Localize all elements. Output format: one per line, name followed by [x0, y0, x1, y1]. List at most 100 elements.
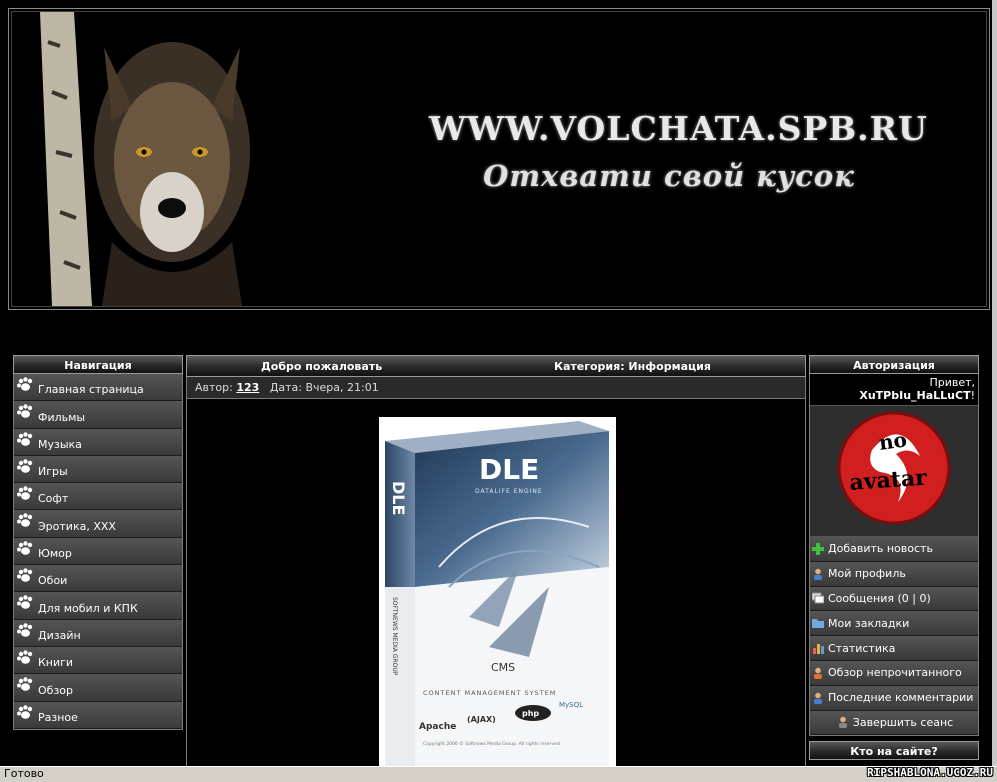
messages-icon [812, 592, 824, 604]
author-link[interactable]: 123 [236, 381, 259, 394]
paw-icon [17, 404, 33, 419]
user-menu-item[interactable]: Статистика [810, 636, 978, 661]
nav-item[interactable]: Музыка [14, 428, 182, 456]
who-online-title: Кто на сайте? [809, 741, 979, 760]
user-menu-item[interactable]: Обзор непрочитанного [810, 660, 978, 686]
nav-item-label: Разное [38, 710, 78, 724]
nav-title: Навигация [13, 355, 183, 374]
paw-icon [17, 459, 33, 473]
paw-icon [17, 431, 33, 446]
main-content: Добро пожаловать Категория: Информация А… [186, 355, 806, 775]
status-bar: Готово RIPSHABLONA.UCOZ.RU [0, 766, 997, 782]
nav-item[interactable]: Юмор [14, 537, 182, 566]
folder-icon [812, 619, 824, 629]
nav-item-label: Софт [38, 492, 69, 506]
username[interactable]: XuTPbIu_HaLLuCT [859, 389, 970, 402]
logout-icon [838, 717, 847, 729]
paw-icon [17, 541, 33, 555]
no-avatar-image: no avatar [837, 411, 951, 525]
user-menu-label: Мой профиль [828, 567, 906, 581]
auth-body: Привет, XuTPbIu_HaLLuCT! no avatar Добав… [809, 374, 979, 737]
cms-label: CMS [491, 661, 515, 674]
nav-item-label: Дизайн [38, 628, 81, 642]
user-icon [814, 568, 822, 580]
greeting: Привет, [810, 374, 978, 389]
user-menu-label: Последние комментарии [828, 691, 974, 705]
article-header: Добро пожаловать Категория: Информация [186, 355, 806, 377]
nav-item[interactable]: Дизайн [14, 619, 182, 647]
username-line: XuTPbIu_HaLLuCT! [810, 389, 978, 405]
nav-item-label: Обзор [38, 683, 74, 697]
author-label: Автор: [195, 381, 233, 394]
nav-item[interactable]: Разное [14, 701, 182, 729]
paw-icon [17, 677, 33, 692]
article-date: Дата: Вчера, 21:01 [269, 381, 379, 394]
avatar: no avatar [810, 405, 978, 537]
logout-button[interactable]: Завершить сеанс [810, 710, 978, 736]
auth-panel: Авторизация Привет, XuTPbIu_HaLLuCT! no … [809, 355, 979, 737]
copyright-text: Copyright 2006 © Softnews Media Group. A… [423, 740, 560, 747]
paw-icon [17, 486, 33, 500]
user-menu-label: Сообщения (0 | 0) [828, 591, 931, 605]
nav-item[interactable]: Софт [14, 483, 182, 511]
nav-item-label: Фильмы [38, 410, 86, 424]
nav-item-label: Обои [38, 574, 68, 588]
nav-item[interactable]: Эротика, XXX [14, 510, 182, 538]
paw-icon [17, 650, 33, 664]
dle-box-art: DLE DATALIFE ENGINE DLE SOFTNEWS MEDIA G… [379, 417, 616, 769]
article-body: DLE DATALIFE ENGINE DLE SOFTNEWS MEDIA G… [186, 399, 806, 769]
username-exclaim: ! [970, 389, 975, 402]
user-menu-label: Добавить новость [828, 542, 933, 556]
user-menu-label: Статистика [828, 641, 896, 655]
article-title[interactable]: Добро пожаловать [261, 356, 382, 378]
article-meta: Автор: 123 Дата: Вчера, 21:01 [186, 377, 806, 399]
nav-item-label: Эротика, XXX [38, 519, 116, 533]
paw-icon [17, 704, 33, 719]
paw-icon [17, 568, 33, 582]
dle-logo-text: DLE [479, 453, 539, 486]
nav-item[interactable]: Главная страница [14, 374, 182, 402]
paw-icon [17, 377, 33, 391]
article-category[interactable]: Категория: Информация [554, 356, 711, 378]
nav-list: Главная страница Фильмы Музыка Игры Софт Эрот… [13, 374, 183, 730]
ajax-logo: (AJAX) [467, 715, 496, 724]
plus-icon [812, 542, 824, 555]
dle-spine-text: DLE [389, 481, 408, 515]
nav-item-label: Главная страница [38, 383, 144, 397]
dle-subtitle: DATALIFE ENGINE [475, 488, 543, 495]
paw-icon [17, 595, 33, 610]
nav-item[interactable]: Обои [14, 565, 182, 593]
nav-item[interactable]: Фильмы [14, 401, 182, 429]
nav-item-label: Юмор [38, 547, 72, 561]
nav-item[interactable]: Обзор [14, 674, 182, 702]
apache-logo: Apache [419, 722, 456, 732]
paw-icon [17, 513, 33, 528]
user-menu-item[interactable]: Мой профиль [810, 561, 978, 587]
dle-spine-subtitle: SOFTNEWS MEDIA GROUP [391, 597, 398, 676]
avatar-text-no: no [877, 427, 908, 455]
chart-icon [813, 644, 824, 655]
user-menu-item[interactable]: Сообщения (0 | 0) [810, 586, 978, 612]
nav-item-label: Музыка [38, 437, 82, 451]
wolf-image [12, 12, 282, 306]
mysql-logo: MySQL [559, 701, 583, 709]
php-logo: php [522, 709, 539, 718]
user-menu-label: Обзор непрочитанного [828, 666, 962, 680]
user-menu-item[interactable]: Мои закладки [810, 611, 978, 637]
nav-item-label: Игры [38, 465, 68, 479]
watermark: RIPSHABLONA.UCOZ.RU [867, 766, 993, 779]
user-menu-item[interactable]: Последние комментарии [810, 685, 978, 711]
paw-icon [17, 622, 33, 637]
eye-icon [814, 667, 822, 679]
left-navigation: Навигация Главная страница Фильмы Музыка Иг… [13, 355, 183, 730]
auth-title: Авторизация [809, 355, 979, 374]
nav-item-label: Для мобил и КПК [38, 601, 138, 615]
user-menu-label: Завершить сеанс [852, 715, 954, 729]
nav-item[interactable]: Игры [14, 455, 182, 484]
user-menu: Добавить новость Мой профиль Сообщения (0 … [810, 537, 978, 736]
header-banner: WWW.VOLCHATA.SPB.RU Отхвати свой кусок [8, 8, 990, 310]
nav-item[interactable]: Книги [14, 646, 182, 675]
nav-item[interactable]: Для мобил и КПК [14, 592, 182, 620]
who-online-panel: Кто на сайте? [809, 741, 979, 760]
user-menu-item[interactable]: Добавить новость [810, 537, 978, 562]
